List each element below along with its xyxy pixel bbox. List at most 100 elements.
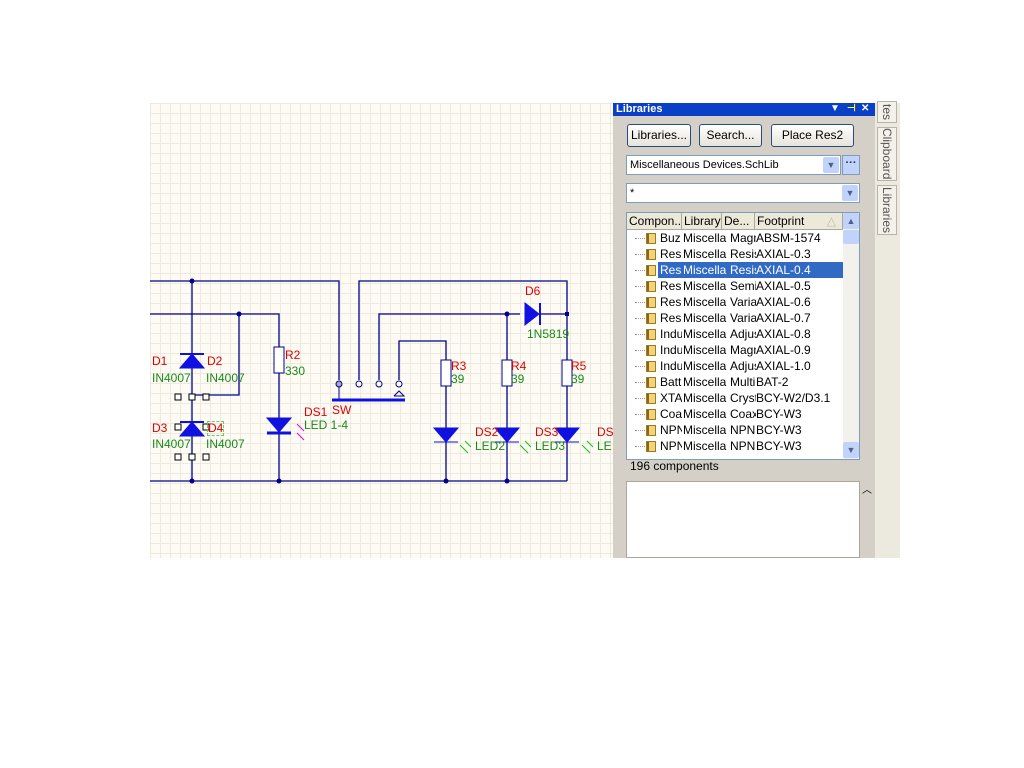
designator-d2[interactable]: D2: [207, 355, 222, 368]
designator-ds4[interactable]: DS: [597, 426, 614, 439]
chevron-down-icon[interactable]: ▼: [823, 157, 839, 173]
column-header-footprint[interactable]: Footprint △: [755, 213, 843, 230]
cell-name: Res: [660, 279, 682, 293]
cell-description: Magne: [730, 231, 756, 245]
scroll-down-icon[interactable]: ▼: [843, 442, 859, 458]
column-header-component[interactable]: Compon...: [627, 213, 682, 230]
list-item[interactable]: NPN Miscella NPN I BCY-W3: [627, 438, 843, 454]
place-button[interactable]: Place Res2: [771, 124, 854, 147]
list-item[interactable]: Coa Miscella Coaxia BCY-W3: [627, 406, 843, 422]
tab-clipboard[interactable]: Clipboard: [877, 127, 897, 181]
cell-description: Semic: [730, 279, 756, 293]
libraries-button[interactable]: Libraries...: [627, 124, 691, 147]
cell-name: Coa: [660, 407, 682, 421]
value-d1[interactable]: IN4007: [152, 372, 191, 385]
component-icon: [646, 345, 656, 356]
schematic-canvas[interactable]: D1 IN4007 D2 IN4007 D3 IN4007 D4 IN4007 …: [150, 103, 614, 558]
scroll-up-icon[interactable]: ▲: [843, 213, 859, 229]
column-header-description[interactable]: De...: [722, 213, 755, 230]
component-icon: [646, 297, 656, 308]
tree-line: [635, 270, 645, 271]
value-d2[interactable]: IN4007: [206, 372, 245, 385]
value-d6[interactable]: 1N5819: [527, 328, 569, 341]
designator-d1[interactable]: D1: [152, 355, 167, 368]
vertical-scrollbar[interactable]: ▲ ▼: [843, 213, 859, 459]
designator-ds3[interactable]: DS3: [535, 426, 558, 439]
list-item[interactable]: Indu Miscella Magne AXIAL-0.9: [627, 342, 843, 358]
cell-footprint: BCY-W3: [756, 407, 802, 421]
list-item[interactable]: Indu Miscella Adjust AXIAL-1.0: [627, 358, 843, 374]
led-arrows-ds1: [296, 423, 305, 441]
resistors: [273, 346, 573, 387]
designator-r2[interactable]: R2: [285, 349, 300, 362]
cell-name: NPN: [660, 439, 682, 453]
list-item[interactable]: NPN Miscella NPN I BCY-W3: [627, 422, 843, 438]
chevron-down-icon[interactable]: ▼: [842, 185, 858, 201]
list-item[interactable]: Res Miscella Semic AXIAL-0.5: [627, 278, 843, 294]
value-ds4[interactable]: LE: [597, 440, 612, 453]
cell-footprint: AXIAL-0.3: [756, 247, 811, 261]
tree-line: [635, 286, 645, 287]
cell-description: Variat: [730, 311, 756, 325]
search-button[interactable]: Search...: [699, 124, 762, 147]
cell-footprint: BAT-2: [756, 375, 789, 389]
value-r3[interactable]: 39: [451, 373, 464, 386]
panel-menu-icon[interactable]: ▼: [830, 103, 840, 115]
scroll-thumb[interactable]: [843, 230, 859, 244]
cell-name: Res: [660, 247, 682, 261]
tree-line: [635, 238, 645, 239]
component-icon: [646, 425, 656, 436]
library-options-button[interactable]: ···: [842, 155, 860, 175]
cell-name: XTA: [660, 391, 682, 405]
libraries-panel: Libraries ▼ ⊣ ✕ Libraries... Search... P…: [613, 103, 875, 558]
list-item[interactable]: Res Miscella Variat AXIAL-0.6: [627, 294, 843, 310]
value-ds3[interactable]: LED3: [535, 440, 565, 453]
list-item[interactable]: Indu Miscella Adjust AXIAL-0.8: [627, 326, 843, 342]
preview-area: [626, 481, 860, 558]
value-ds2[interactable]: LED2: [475, 440, 505, 453]
list-item[interactable]: Res Miscella Variat AXIAL-0.7: [627, 310, 843, 326]
panel-title: Libraries: [616, 103, 663, 115]
component-icon: [646, 313, 656, 324]
cell-description: Adjust: [730, 359, 756, 373]
cell-footprint: BCY-W2/D3.1: [756, 391, 831, 405]
list-item[interactable]: Res Miscella Resist AXIAL-0.3: [627, 246, 843, 262]
designator-ds2[interactable]: DS2: [475, 426, 498, 439]
filter-combo[interactable]: * ▼: [626, 183, 860, 203]
cell-footprint: BCY-W3: [756, 423, 802, 437]
list-item[interactable]: Res Miscella Resist AXIAL-0.4: [627, 262, 856, 278]
designator-d6[interactable]: D6: [525, 285, 540, 298]
cell-description: Magne: [730, 343, 756, 357]
value-ds1[interactable]: LED 1-4: [304, 419, 348, 432]
component-icon: [646, 377, 656, 388]
library-select[interactable]: Miscellaneous Devices.SchLib ▼: [626, 155, 841, 175]
collapse-icon[interactable]: ︿: [862, 481, 872, 496]
component-icon: [646, 249, 656, 260]
cell-description: Variat: [730, 295, 756, 309]
tree-line: [635, 382, 645, 383]
designator-d3[interactable]: D3: [152, 422, 167, 435]
pin-icon[interactable]: ⊣: [847, 103, 856, 115]
cell-footprint: AXIAL-0.6: [756, 295, 811, 309]
cell-description: Multic: [730, 375, 756, 389]
component-icon: [646, 233, 656, 244]
cell-footprint: AXIAL-0.4: [756, 263, 811, 277]
column-header-library[interactable]: Library: [682, 213, 722, 230]
value-r2[interactable]: 330: [285, 365, 305, 378]
cell-name: NPN: [660, 423, 682, 437]
list-item[interactable]: Batt Miscella Multic BAT-2: [627, 374, 843, 390]
column-header-footprint-label: Footprint: [757, 214, 805, 228]
close-icon[interactable]: ✕: [861, 103, 869, 115]
cell-name: Indu: [660, 327, 682, 341]
tab-libraries[interactable]: Libraries: [877, 185, 897, 235]
tab-templates[interactable]: tes: [877, 101, 897, 123]
designator-d4[interactable]: D4: [206, 421, 225, 436]
designator-sw[interactable]: SW: [332, 404, 351, 417]
list-item[interactable]: Buz Miscella Magne ABSM-1574: [627, 230, 843, 246]
value-d3[interactable]: IN4007: [152, 438, 191, 451]
cell-name: Indu: [660, 343, 682, 357]
value-d4[interactable]: IN4007: [206, 438, 245, 451]
value-r5[interactable]: 39: [571, 373, 584, 386]
list-item[interactable]: XTA Miscella Crysta BCY-W2/D3.1: [627, 390, 843, 406]
value-r4[interactable]: 39: [511, 373, 524, 386]
